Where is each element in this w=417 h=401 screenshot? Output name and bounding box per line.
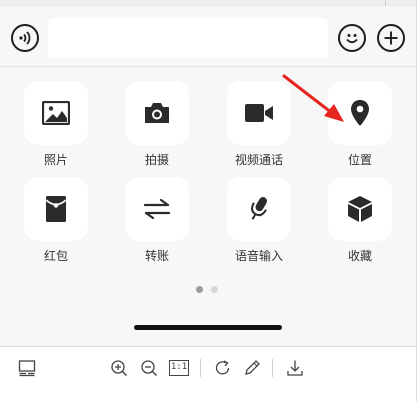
zoom-out-button[interactable] [138,357,160,379]
rotate-button[interactable] [212,357,234,379]
tile-label-transfer: 转账 [144,249,169,263]
photo-icon [42,101,70,125]
message-input[interactable] [48,18,328,58]
tile-favorites[interactable] [328,177,392,241]
camera-icon [145,103,169,123]
tile-voice-input[interactable] [227,177,291,241]
red-envelope-icon [45,196,67,222]
location-pin-icon [351,100,369,126]
actual-size-button[interactable]: 1:1 [167,357,191,379]
layout-panel-icon [18,360,36,377]
layout-button[interactable] [16,357,38,379]
tile-label-camera: 拍摄 [144,153,169,167]
zoom-out-icon [141,360,158,377]
top-strip [0,0,417,6]
plus-icon [384,31,398,45]
zoom-in-button[interactable] [108,357,130,379]
screenshot-frame: 照片 拍摄 视频通话 位置 红包 转账 语音输入 收藏 1:1 [0,0,417,401]
actual-size-label: 1:1 [170,362,188,372]
more-button[interactable] [377,24,405,52]
tile-label-location: 位置 [347,153,372,167]
chat-input-bar [0,10,416,66]
smiley-icon [346,34,358,44]
viewer-toolbar: 1:1 [0,347,416,401]
page-dot-2[interactable] [211,286,218,293]
tile-transfer[interactable] [125,177,189,241]
toolbar-separator [200,359,201,377]
tile-red-envelope[interactable] [24,177,88,241]
video-call-icon [245,104,273,122]
home-indicator[interactable] [134,325,282,330]
favorites-cube-icon [348,196,372,222]
tile-location[interactable] [328,81,392,145]
pencil-icon [245,360,260,375]
tile-label-favorites: 收藏 [347,249,372,263]
tile-label-photo: 照片 [43,153,68,167]
tile-video-call[interactable] [227,81,291,145]
emoji-button[interactable] [338,24,366,52]
tile-label-voice-input: 语音输入 [234,249,283,263]
tile-photo[interactable] [24,81,88,145]
actual-size-icon: 1:1 [169,360,189,376]
voice-button[interactable] [11,24,39,52]
transfer-arrows-icon [143,199,171,219]
voice-wave-icon [19,31,31,45]
tile-label-video-call: 视频通话 [234,153,283,167]
microphone-icon [251,197,267,220]
download-button[interactable] [284,357,306,379]
tile-camera[interactable] [125,81,189,145]
rotate-icon [215,360,230,375]
zoom-in-icon [111,360,128,377]
toolbar-separator [272,359,273,377]
edit-button[interactable] [241,357,263,379]
tile-label-red-envelope: 红包 [43,249,68,263]
page-dot-1[interactable] [196,286,203,293]
download-icon [287,360,303,376]
input-divider [0,66,416,67]
